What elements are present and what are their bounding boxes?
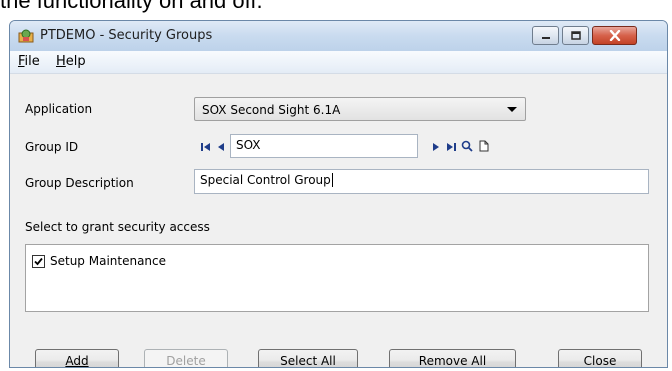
last-record-icon[interactable] (445, 141, 457, 153)
previous-record-icon[interactable] (215, 141, 227, 153)
close-icon (593, 27, 636, 44)
delete-button-label: Delete (166, 354, 206, 368)
new-document-icon[interactable] (478, 140, 490, 152)
maximize-button[interactable] (562, 26, 589, 45)
chevron-down-icon (507, 107, 517, 112)
menu-bar: File Help (10, 51, 667, 74)
setup-maintenance-label: Setup Maintenance (50, 254, 167, 268)
group-id-input[interactable]: SOX (230, 134, 418, 158)
title-bar[interactable]: PTDEMO - Security Groups (10, 21, 667, 51)
select-all-button[interactable]: Select All (258, 349, 358, 368)
app-icon (18, 29, 34, 43)
add-button-label: Add (65, 354, 89, 368)
remove-all-button[interactable]: Remove All (389, 349, 516, 368)
window-title: PTDEMO - Security Groups (40, 28, 213, 43)
form-content: Application SOX Second Sight 6.1A Group … (10, 74, 667, 367)
menu-help[interactable]: Help (56, 54, 86, 69)
application-select[interactable]: SOX Second Sight 6.1A (194, 97, 526, 121)
remove-all-button-label: Remove All (418, 354, 487, 368)
close-window-button[interactable] (592, 26, 637, 45)
search-icon[interactable] (461, 140, 473, 152)
select-all-button-label: Select All (280, 354, 336, 368)
caption-text: the functionality on and off. (0, 0, 263, 13)
close-button-label: Close (583, 354, 617, 368)
application-label: Application (25, 102, 93, 116)
maximize-icon (563, 27, 588, 44)
grant-access-label: Select to grant security access (25, 220, 210, 234)
delete-button[interactable]: Delete (144, 349, 228, 368)
setup-maintenance-checkbox[interactable] (32, 254, 45, 268)
group-description-value: Special Control Group (200, 173, 331, 187)
next-record-icon[interactable] (430, 141, 442, 153)
application-value: SOX Second Sight 6.1A (202, 103, 341, 117)
security-groups-window: PTDEMO - Security Groups File Help Appli… (9, 20, 668, 368)
menu-file[interactable]: File (18, 54, 40, 69)
minimize-icon (533, 27, 558, 44)
add-button[interactable]: Add (35, 349, 119, 368)
group-id-label: Group ID (25, 140, 79, 154)
access-listbox[interactable]: Setup Maintenance (25, 244, 649, 312)
close-button[interactable]: Close (558, 349, 642, 368)
minimize-button[interactable] (532, 26, 559, 45)
menu-file-rest: ile (24, 54, 40, 69)
first-record-icon[interactable] (200, 141, 212, 153)
text-caret (331, 173, 333, 187)
checkmark-icon (34, 257, 43, 265)
menu-help-rest: elp (65, 54, 86, 69)
list-item[interactable]: Setup Maintenance (32, 253, 166, 269)
group-description-input[interactable]: Special Control Group (194, 169, 649, 194)
group-description-label: Group Description (25, 176, 134, 190)
group-id-value: SOX (236, 138, 261, 152)
